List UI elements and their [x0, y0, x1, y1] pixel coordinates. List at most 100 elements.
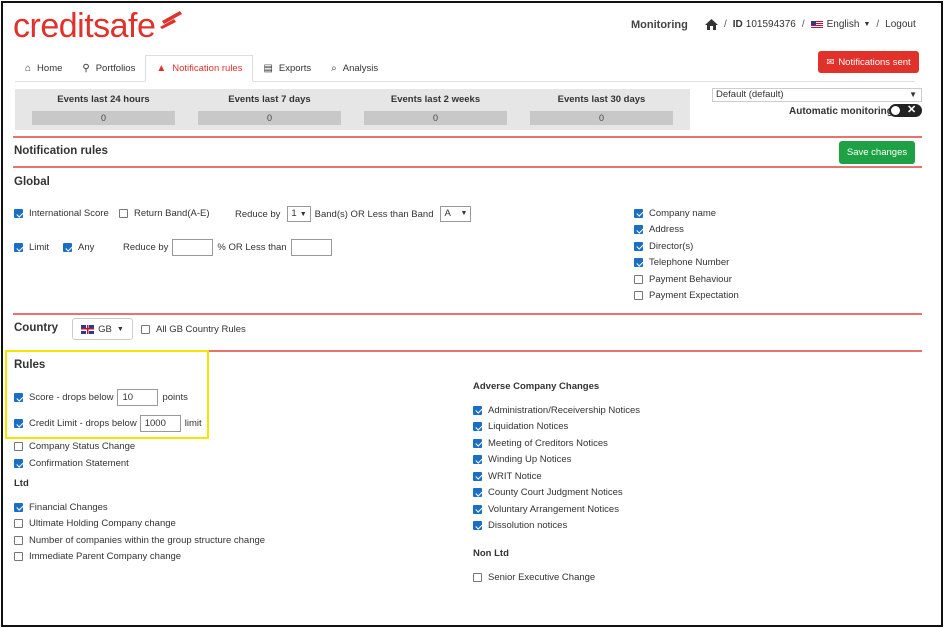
limit-option[interactable]: Limit — [14, 242, 49, 253]
list-item[interactable]: Number of companies within the group str… — [14, 532, 265, 549]
checkbox[interactable] — [14, 519, 23, 529]
country-select[interactable]: GB ▼ — [72, 318, 133, 340]
any-option[interactable]: Any — [63, 242, 94, 253]
tab-exports[interactable]: ▤ Exports — [253, 55, 321, 82]
address-option[interactable]: Address — [634, 222, 739, 239]
checkbox[interactable] — [634, 225, 643, 235]
option-label: Ultimate Holding Company change — [29, 518, 176, 530]
score-rule: Score - drops below 10 points — [14, 389, 188, 406]
checkbox[interactable] — [473, 422, 482, 432]
home-icon[interactable] — [705, 19, 718, 30]
score-input[interactable]: 10 — [117, 389, 159, 406]
telephone-option[interactable]: Telephone Number — [634, 255, 739, 272]
creditsafe-logo[interactable]: creditsafe — [13, 7, 156, 46]
tab-portfolios[interactable]: ⚲ Portfolios — [72, 55, 145, 82]
checkbox[interactable] — [634, 241, 643, 251]
checkbox[interactable] — [14, 393, 23, 402]
id-value: 101594376 — [745, 19, 796, 30]
rules-title: Rules — [14, 359, 46, 371]
checkbox[interactable] — [473, 573, 482, 582]
tab-home[interactable]: ⌂ Home — [15, 55, 72, 82]
checkbox[interactable] — [14, 209, 23, 218]
reduce-percent-input[interactable] — [172, 239, 214, 256]
list-item[interactable]: Liquidation Notices — [473, 419, 640, 436]
list-item[interactable]: Meeting of Creditors Notices — [473, 435, 640, 452]
logout-link[interactable]: Logout — [885, 19, 916, 30]
checkbox[interactable] — [473, 405, 482, 415]
checkbox[interactable] — [14, 419, 23, 428]
save-changes-button[interactable]: Save changes — [839, 141, 915, 164]
checkbox[interactable] — [473, 455, 482, 465]
company-name-option[interactable]: Company name — [634, 205, 739, 222]
band-select[interactable]: A ▼ — [440, 206, 472, 222]
us-flag-icon — [810, 20, 823, 29]
tab-notification-rules[interactable]: ▲ Notification rules — [145, 55, 254, 82]
automatic-monitoring-toggle[interactable]: ✕ — [889, 104, 922, 117]
payment-behaviour-option[interactable]: Payment Behaviour — [634, 271, 739, 288]
company-status-option[interactable]: Company Status Change — [14, 441, 135, 452]
list-item[interactable]: Senior Executive Change — [473, 572, 595, 583]
directors-option[interactable]: Director(s) — [634, 238, 739, 255]
button-label: Notifications sent — [838, 56, 911, 68]
checkbox[interactable] — [473, 488, 482, 498]
tab-analysis[interactable]: ⌕ Analysis — [321, 55, 388, 82]
confirmation-option[interactable]: Confirmation Statement — [14, 458, 129, 469]
tab-label: Exports — [278, 63, 312, 74]
list-item[interactable]: Winding Up Notices — [473, 452, 640, 469]
list-item[interactable]: Financial Changes — [14, 499, 265, 516]
checkbox[interactable] — [14, 552, 23, 562]
logo-swoosh-icon — [160, 11, 182, 29]
checkbox[interactable] — [473, 521, 482, 531]
option-label: Winding Up Notices — [488, 454, 572, 466]
option-label: Administration/Receivership Notices — [488, 404, 641, 416]
option-label: Meeting of Creditors Notices — [488, 437, 608, 449]
tab-label: Home — [37, 63, 63, 74]
checkbox[interactable] — [473, 504, 482, 514]
checkbox[interactable] — [634, 274, 643, 284]
option-label: Payment Behaviour — [649, 273, 732, 285]
checkbox[interactable] — [634, 208, 643, 218]
checkbox[interactable] — [14, 442, 23, 451]
checkbox[interactable] — [14, 535, 23, 545]
reduce-by-select[interactable]: 1 ▼ — [287, 206, 311, 222]
rule-set-select[interactable]: Default (default) ▼ — [712, 88, 922, 102]
list-item[interactable]: Voluntary Arrangement Notices — [473, 501, 640, 518]
tab-label: Portfolios — [95, 63, 136, 74]
main-tabs: ⌂ Home ⚲ Portfolios ▲ Notification rules ▤ E… — [15, 55, 915, 82]
reduce-by-label: Reduce by — [123, 242, 169, 253]
checkbox[interactable] — [14, 459, 23, 468]
list-item[interactable]: Administration/Receivership Notices — [473, 402, 640, 419]
less-than-input[interactable] — [290, 239, 332, 256]
list-item[interactable]: Ultimate Holding Company change — [14, 516, 265, 533]
all-country-rules-option[interactable]: All GB Country Rules — [141, 324, 246, 335]
list-item[interactable]: Immediate Parent Company change — [14, 549, 265, 566]
event-label: Events last 7 days — [228, 94, 311, 105]
event-count: 0 — [364, 111, 507, 125]
credit-limit-input[interactable]: 1000 — [139, 415, 181, 432]
chevron-down-icon: ▼ — [460, 210, 468, 217]
checkbox[interactable] — [141, 325, 150, 334]
global-field-checks: Company name Address Director(s) Telepho… — [634, 205, 739, 304]
international-score-option[interactable]: International Score — [14, 208, 109, 219]
checkbox[interactable] — [14, 243, 23, 252]
option-label: Number of companies within the group str… — [29, 534, 266, 546]
checkbox[interactable] — [634, 291, 643, 301]
language-select[interactable]: English — [827, 19, 860, 30]
return-band-option[interactable]: Return Band(A-E) — [119, 208, 210, 219]
adverse-changes-title: Adverse Company Changes — [473, 381, 600, 392]
list-item[interactable]: Dissolution notices — [473, 518, 640, 535]
reduce-band-group: Reduce by 1 ▼ Band(s) OR Less than Band A… — [235, 206, 472, 222]
select-value: GB — [98, 323, 112, 335]
list-item[interactable]: WRIT Notice — [473, 468, 640, 485]
checkbox[interactable] — [473, 471, 482, 481]
checkbox[interactable] — [14, 502, 23, 512]
payment-expectation-option[interactable]: Payment Expectation — [634, 288, 739, 305]
close-icon: ✕ — [907, 104, 917, 116]
checkbox[interactable] — [119, 209, 128, 218]
credit-limit-rule: Credit Limit - drops below 1000 limit — [14, 415, 202, 432]
notifications-sent-button[interactable]: ✉ Notifications sent — [818, 51, 919, 73]
checkbox[interactable] — [63, 243, 72, 252]
checkbox[interactable] — [473, 438, 482, 448]
list-item[interactable]: County Court Judgment Notices — [473, 485, 640, 502]
checkbox[interactable] — [634, 258, 643, 268]
